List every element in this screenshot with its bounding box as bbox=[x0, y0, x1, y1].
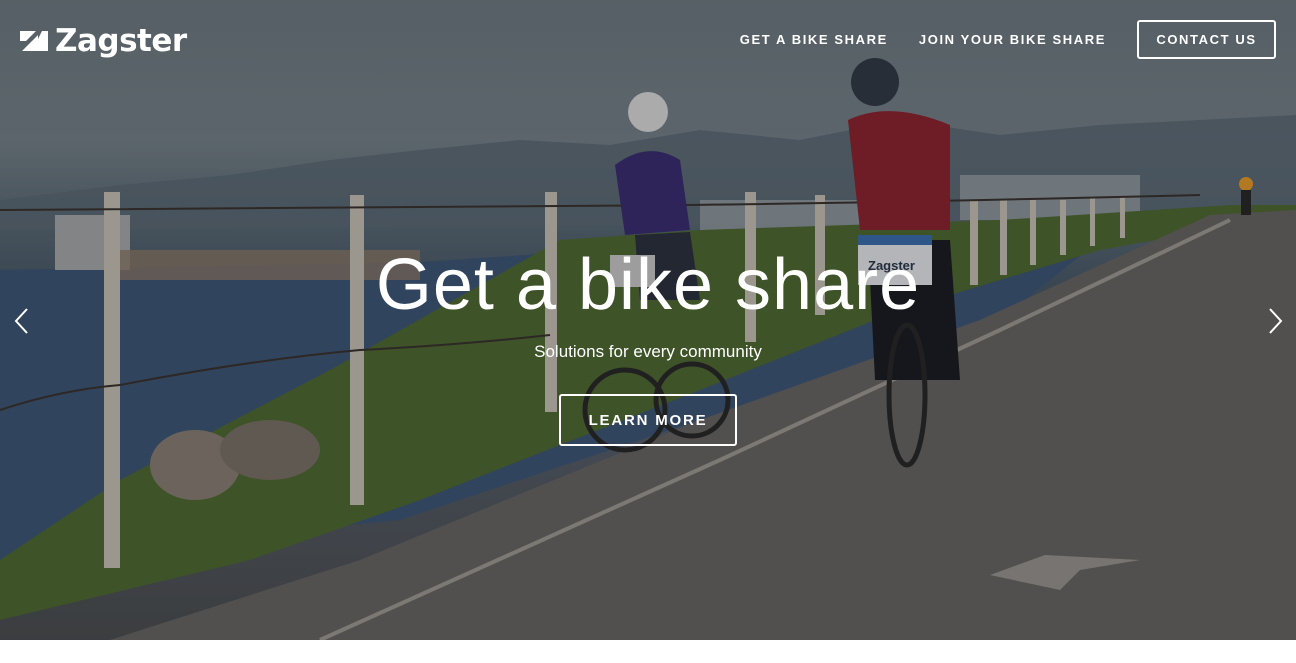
hero-carousel: Zagster Zagster GET A BIKE SHARE JOIN YO… bbox=[0, 0, 1296, 640]
brand-name: Zagster bbox=[55, 22, 187, 59]
hero-headline: Get a bike share bbox=[375, 245, 921, 325]
main-nav: GET A BIKE SHARE JOIN YOUR BIKE SHARE CO… bbox=[740, 20, 1276, 59]
learn-more-button[interactable]: LEARN MORE bbox=[559, 394, 737, 446]
brand-logo[interactable]: Zagster bbox=[20, 23, 187, 59]
nav-get-a-bike-share[interactable]: GET A BIKE SHARE bbox=[740, 32, 888, 47]
hero-subheadline: Solutions for every community bbox=[534, 342, 762, 361]
contact-us-button[interactable]: CONTACT US bbox=[1137, 20, 1276, 59]
zagster-logo-icon bbox=[20, 31, 48, 51]
nav-join-your-bike-share[interactable]: JOIN YOUR BIKE SHARE bbox=[919, 32, 1106, 47]
